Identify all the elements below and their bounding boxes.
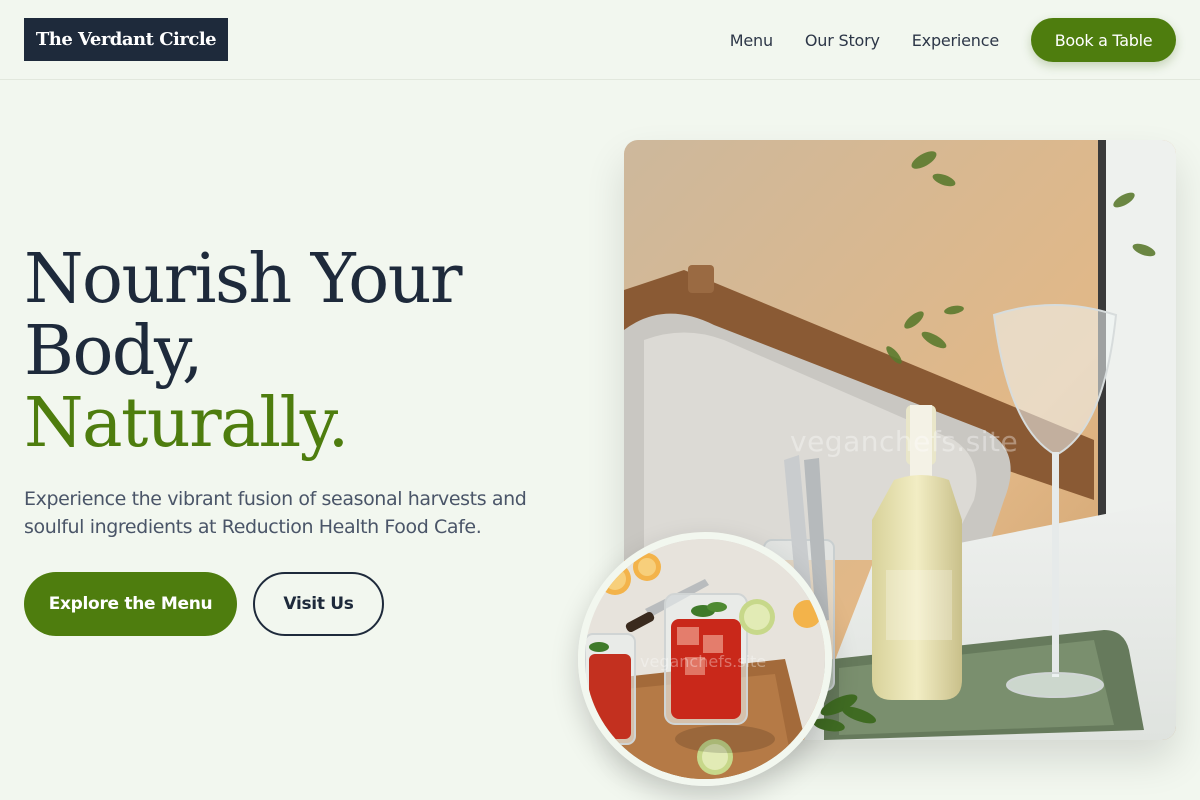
site-header: The Verdant Circle Menu Our Story Experi… [0, 0, 1200, 80]
nav-link-menu[interactable]: Menu [730, 31, 773, 50]
hero-title: Nourish Your Body, Naturally. [24, 244, 584, 460]
site-logo[interactable]: The Verdant Circle [24, 18, 228, 61]
nav-link-our-story[interactable]: Our Story [805, 31, 880, 50]
nav-link-experience[interactable]: Experience [912, 31, 999, 50]
hero-subtitle: Experience the vibrant fusion of seasona… [24, 488, 527, 538]
book-table-button[interactable]: Book a Table [1031, 18, 1176, 62]
hero-title-line-2: Body, [24, 312, 203, 391]
visit-us-button[interactable]: Visit Us [253, 572, 384, 636]
circle-photo-watermark: veganchefs.site [640, 652, 767, 671]
main-nav: Menu Our Story Experience Book a Table [730, 0, 1176, 80]
photo-watermark: veganchefs.site [790, 425, 1019, 458]
hero-title-line-1: Nourish Your [24, 240, 463, 319]
explore-menu-button[interactable]: Explore the Menu [24, 572, 237, 636]
hero-title-accent: Naturally. [24, 384, 349, 463]
